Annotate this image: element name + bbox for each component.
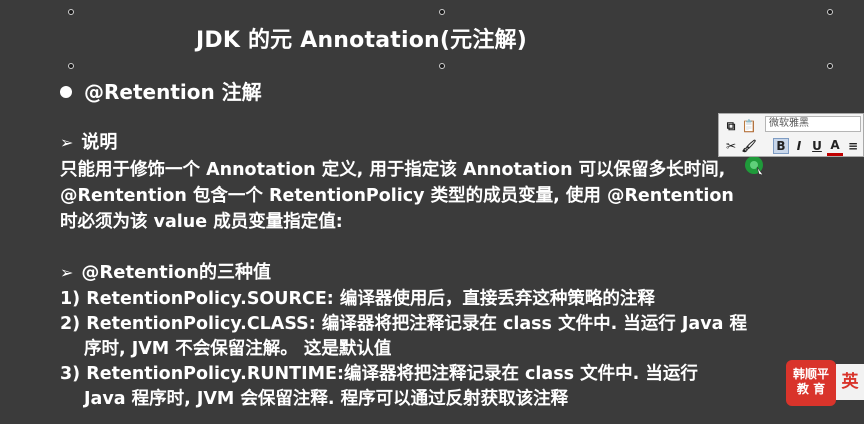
section-heading-description[interactable]: ➢ 说明 <box>60 128 117 154</box>
slide-canvas: JDK 的元 Annotation(元注解) @Retention 注解 ➢ 说明… <box>0 0 864 424</box>
value-line-3: 3) RetentionPolicy.RUNTIME:编译器将把注释记录在 cl… <box>60 364 698 384</box>
brand-logo: 韩顺平 教 育 <box>786 360 836 406</box>
format-painter-icon[interactable]: 🖌 <box>741 138 757 154</box>
selection-handle-middle-right[interactable] <box>827 63 833 69</box>
value-line-2-cont: 序时, JVM 不会保留注解。 这是默认值 <box>84 339 392 359</box>
selection-handle-top-middle[interactable] <box>439 9 445 15</box>
description-line-1: 只能用于修饰一个 Annotation 定义, 用于指定该 Annotation… <box>60 160 726 180</box>
bullet-heading-text: @Retention 注解 <box>84 80 262 104</box>
selection-handle-middle-left[interactable] <box>68 63 74 69</box>
arrow-bullet-icon: ➢ <box>60 263 74 282</box>
section-heading-text: 说明 <box>81 132 118 153</box>
bullet-dot-icon <box>60 85 72 98</box>
mini-format-toolbar: ⧉ 📋 微软雅黑 ✂ 🖌 B I U A ≡ <box>718 113 864 157</box>
description-line-2: @Rentention 包含一个 RetentionPolicy 类型的成员变量… <box>60 186 734 206</box>
value-line-2: 2) RetentionPolicy.CLASS: 编译器将把注释记录在 cla… <box>60 314 748 334</box>
bold-button[interactable]: B <box>773 138 789 154</box>
italic-button[interactable]: I <box>791 138 807 154</box>
underline-button[interactable]: U <box>809 138 825 154</box>
selection-handle-top-left[interactable] <box>68 9 74 15</box>
section-heading-text: @Retention的三种值 <box>81 262 272 283</box>
logo-line-1: 韩顺平 <box>792 367 829 381</box>
cut-icon[interactable]: ✂ <box>723 138 739 154</box>
paste-icon[interactable]: 📋 <box>741 118 757 134</box>
bullet-heading[interactable]: @Retention 注解 <box>60 76 262 105</box>
selection-handle-top-right[interactable] <box>827 9 833 15</box>
description-line-3: 时必须为该 value 成员变量指定值: <box>60 212 343 232</box>
copy-icon[interactable]: ⧉ <box>723 118 739 134</box>
value-line-3-cont: Java 程序时, JVM 会保留注释. 程序可以通过反射获取该注释 <box>84 389 569 409</box>
selection-handle-bottom-middle[interactable] <box>439 63 445 69</box>
font-color-button[interactable]: A <box>827 137 843 156</box>
align-icon[interactable]: ≡ <box>845 138 861 154</box>
section-heading-values[interactable]: ➢ @Retention的三种值 <box>60 258 271 284</box>
ime-language-indicator[interactable]: 英 <box>836 364 864 400</box>
slide-title[interactable]: JDK 的元 Annotation(元注解) <box>196 22 527 54</box>
font-name-select[interactable]: 微软雅黑 <box>765 116 861 132</box>
value-line-1: 1) RetentionPolicy.SOURCE: 编译器使用后，直接丢弃这种… <box>60 289 655 309</box>
arrow-bullet-icon: ➢ <box>60 133 74 152</box>
logo-line-2: 教 育 <box>796 382 826 396</box>
